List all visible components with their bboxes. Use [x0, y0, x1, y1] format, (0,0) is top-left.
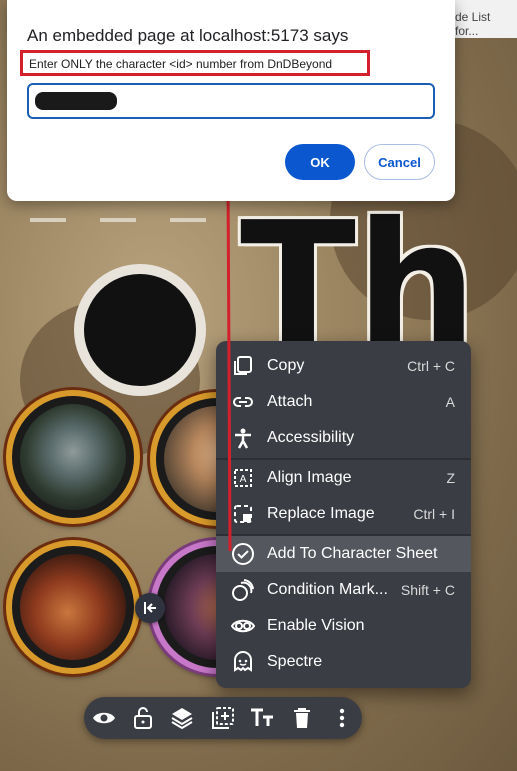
menu-item-label: Replace Image: [267, 505, 375, 522]
more-vertical-icon[interactable]: [328, 704, 356, 732]
check-circle-icon: [230, 541, 256, 567]
menu-item-label: Enable Vision: [267, 617, 365, 634]
menu-item-label: Spectre: [267, 653, 323, 670]
map-dash: [100, 218, 136, 222]
text-size-icon[interactable]: [248, 704, 276, 732]
context-menu: Copy Ctrl + C Attach A Accessibility A A…: [216, 341, 471, 688]
menu-item-shortcut: Z: [446, 470, 455, 486]
token-toolbar: [84, 697, 362, 739]
collapse-left-icon: [144, 602, 156, 614]
prompt-dialog: An embedded page at localhost:5173 says …: [7, 0, 455, 201]
trash-icon[interactable]: [288, 704, 316, 732]
attach-icon: [230, 389, 256, 415]
collapse-handle[interactable]: [135, 593, 165, 623]
map-dash: [30, 218, 66, 222]
menu-item-label: Condition Mark...: [267, 581, 388, 598]
character-token[interactable]: [6, 390, 140, 524]
menu-item-label: Add To Character Sheet: [267, 545, 438, 562]
menu-item-shortcut: Ctrl + I: [413, 506, 455, 522]
menu-item-label: Attach: [267, 393, 313, 410]
redacted-input-value: [35, 92, 117, 110]
dialog-message: Enter ONLY the character <id> number fro…: [20, 50, 370, 76]
vision-icon: [230, 613, 256, 639]
map-letter-o: [74, 264, 206, 396]
browser-tab-fragment[interactable]: de List for...: [455, 10, 517, 38]
svg-text:A: A: [240, 474, 247, 485]
add-image-icon[interactable]: [209, 704, 237, 732]
character-token[interactable]: [6, 540, 140, 674]
menu-item-replace-image[interactable]: Replace Image Ctrl + I: [216, 496, 471, 532]
map-dash: [170, 218, 206, 222]
menu-item-label: Copy: [267, 357, 305, 374]
menu-item-enable-vision[interactable]: Enable Vision: [216, 608, 471, 644]
menu-item-shortcut: Shift + C: [400, 582, 455, 598]
token-portrait: [20, 554, 126, 660]
menu-item-attach[interactable]: Attach A: [216, 384, 471, 420]
menu-item-shortcut: A: [445, 394, 455, 410]
cancel-button[interactable]: Cancel: [364, 144, 435, 180]
lock-icon[interactable]: [129, 704, 157, 732]
layers-icon[interactable]: [168, 704, 196, 732]
ghost-icon: [230, 649, 256, 675]
align-image-icon: A: [230, 465, 256, 491]
dialog-title: An embedded page at localhost:5173 says: [27, 26, 349, 45]
menu-item-accessibility[interactable]: Accessibility: [216, 420, 471, 456]
replace-image-icon: [230, 501, 256, 527]
ok-button[interactable]: OK: [285, 144, 355, 180]
menu-item-condition-markers[interactable]: Condition Mark... Shift + C: [216, 572, 471, 608]
menu-item-label: Align Image: [267, 469, 352, 486]
eye-icon[interactable]: [90, 704, 118, 732]
copy-icon: [230, 353, 256, 379]
token-portrait: [20, 404, 126, 510]
menu-item-label: Accessibility: [267, 429, 355, 446]
menu-item-copy[interactable]: Copy Ctrl + C: [216, 348, 471, 384]
menu-item-align-image[interactable]: A Align Image Z: [216, 460, 471, 496]
condition-markers-icon: [230, 577, 256, 603]
accessibility-icon: [230, 425, 256, 451]
menu-item-shortcut: Ctrl + C: [407, 358, 455, 374]
menu-item-spectre[interactable]: Spectre: [216, 644, 471, 680]
menu-item-add-to-character-sheet[interactable]: Add To Character Sheet: [216, 536, 471, 572]
